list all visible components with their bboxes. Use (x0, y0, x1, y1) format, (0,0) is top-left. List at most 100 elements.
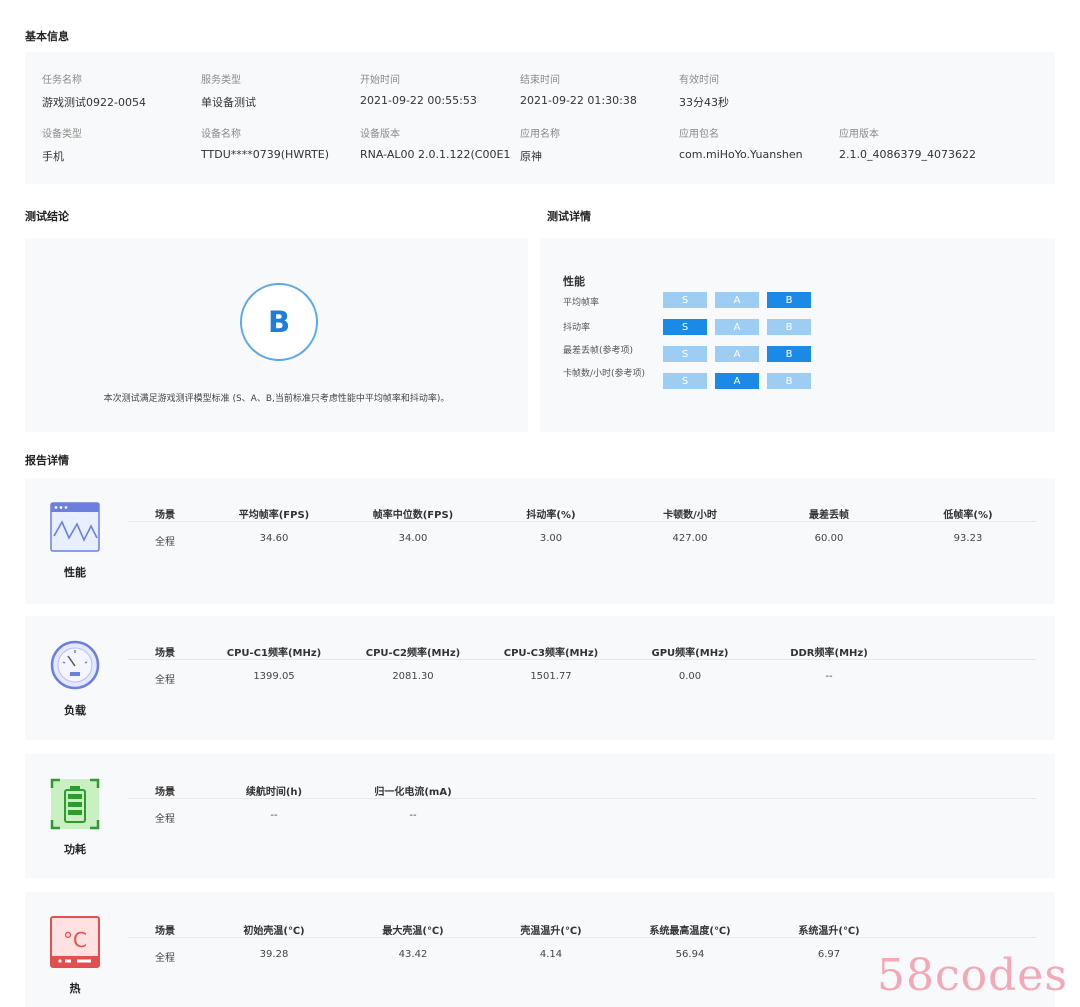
service-type-label: 服务类型 (201, 75, 241, 86)
details-panel (540, 238, 1055, 432)
load-header-divider (128, 659, 1036, 660)
load-col-scene: 场景 (155, 648, 175, 659)
power-col-battery-life: 续航时间(h) (245, 787, 303, 798)
performance-header-divider (128, 521, 1036, 522)
power-cell-battery-life: -- (270, 810, 278, 821)
perf-col-median-fps: 帧率中位数(FPS) (372, 510, 454, 521)
thermal-col-shell-rise: 壳温温升(℃) (520, 926, 582, 937)
metric-label-stutter: 卡帧数/小时(参考项) (563, 369, 646, 379)
thermal-label: 热 (69, 982, 81, 995)
conclusion-note: 本次测试满足游戏测评模型标准 (S、A、B,当前标准只考虑性能中平均帧率和抖动率… (103, 394, 450, 404)
thermal-col-sys-rise: 系统温升(℃) (798, 926, 860, 937)
end-time-label: 结束时间 (520, 75, 560, 86)
thermal-col-max-shell: 最大壳温(℃) (382, 926, 444, 937)
performance-chart-icon (50, 502, 100, 556)
perf-cell-jitter: 3.00 (539, 533, 563, 544)
grade-stutter-b: B (767, 373, 811, 389)
start-time-value: 2021-09-22 00:55:53 (360, 94, 477, 107)
grade-avg-fps-a: A (715, 292, 759, 308)
thermal-col-initial-shell: 初始壳温(℃) (243, 926, 305, 937)
start-time-label: 开始时间 (360, 75, 400, 86)
grade-jitter-b: B (767, 319, 811, 335)
load-cell-ddr: -- (825, 671, 833, 682)
perf-cell-avg-fps: 34.60 (259, 533, 289, 544)
load-col-cpu-c3: CPU-C3频率(MHz) (503, 648, 599, 659)
watermark: 58codes (877, 950, 1068, 1001)
end-time-value: 2021-09-22 01:30:38 (520, 94, 637, 107)
grade-jitter-s: S (663, 319, 707, 335)
thermal-col-sys-max: 系统最高温度(℃) (649, 926, 731, 937)
thermal-cell-sys-max: 56.94 (675, 949, 705, 960)
app-version-value: 2.1.0_4086379_4073622 (839, 148, 976, 161)
perf-col-worst-drop: 最差丢帧 (809, 510, 849, 521)
grade-avg-fps-s: S (663, 292, 707, 308)
power-label: 功耗 (64, 843, 86, 856)
performance-heading: 性能 (563, 275, 585, 288)
load-col-cpu-c2: CPU-C2频率(MHz) (365, 648, 461, 659)
grade-worst-drop-b: B (767, 346, 811, 362)
device-name-label: 设备名称 (201, 129, 241, 140)
conclusion-title: 测试结论 (25, 210, 69, 223)
load-col-cpu-c1: CPU-C1频率(MHz) (226, 648, 322, 659)
power-cell-current: -- (409, 810, 417, 821)
grade-worst-drop-a: A (715, 346, 759, 362)
app-name-value: 原神 (520, 150, 542, 163)
load-cell-cpu-c1: 1399.05 (253, 671, 295, 682)
perf-cell-scene: 全程 (155, 537, 175, 548)
perf-cell-median-fps: 34.00 (398, 533, 428, 544)
load-col-gpu: GPU频率(MHz) (651, 648, 729, 659)
perf-cell-low-fps: 93.23 (953, 533, 983, 544)
perf-col-scene: 场景 (155, 510, 175, 521)
valid-time-value: 33分43秒 (679, 96, 729, 109)
thermal-cell-sys-rise: 6.97 (817, 949, 841, 960)
basic-info-title: 基本信息 (25, 30, 69, 43)
grade-jitter-a: A (715, 319, 759, 335)
thermal-cell-scene: 全程 (155, 953, 175, 964)
performance-label: 性能 (64, 566, 86, 579)
perf-col-stutter: 卡顿数/小时 (663, 510, 717, 521)
thermal-icon-text: °C (63, 928, 87, 952)
thermal-cell-initial-shell: 39.28 (259, 949, 289, 960)
power-cell-scene: 全程 (155, 814, 175, 825)
app-package-value: com.miHoYo.Yuanshen (679, 148, 803, 161)
app-name-label: 应用名称 (520, 129, 560, 140)
report-title: 报告详情 (25, 454, 69, 467)
service-type-value: 单设备测试 (201, 96, 256, 109)
thermal-cell-max-shell: 43.42 (398, 949, 428, 960)
device-version-value: RNA-AL00 2.0.1.122(C00E1 (360, 148, 511, 161)
gauge-icon (50, 640, 100, 694)
power-col-scene: 场景 (155, 787, 175, 798)
device-type-label: 设备类型 (42, 129, 82, 140)
app-package-label: 应用包名 (679, 129, 719, 140)
perf-cell-worst-drop: 60.00 (814, 533, 844, 544)
app-version-label: 应用版本 (839, 129, 879, 140)
load-cell-cpu-c3: 1501.77 (530, 671, 572, 682)
thermal-cell-shell-rise: 4.14 (539, 949, 563, 960)
metric-label-worst-drop: 最差丢帧(参考项) (563, 346, 634, 356)
device-version-label: 设备版本 (360, 129, 400, 140)
perf-col-jitter: 抖动率(%) (526, 510, 576, 521)
load-col-ddr: DDR频率(MHz) (790, 648, 868, 659)
valid-time-label: 有效时间 (679, 75, 719, 86)
grade-avg-fps-b: B (767, 292, 811, 308)
perf-cell-stutter: 427.00 (672, 533, 708, 544)
device-name-value: TTDU****0739(HWRTE) (201, 148, 330, 161)
overall-grade-badge: B (240, 283, 318, 361)
power-report-panel (25, 754, 1055, 878)
device-type-value: 手机 (42, 150, 64, 163)
load-cell-gpu: 0.00 (678, 671, 702, 682)
task-name-label: 任务名称 (42, 75, 82, 86)
load-label: 负载 (64, 704, 86, 717)
task-name-value: 游戏测试0922-0054 (42, 96, 146, 109)
perf-col-low-fps: 低帧率(%) (943, 510, 993, 521)
thermal-col-scene: 场景 (155, 926, 175, 937)
details-title: 测试详情 (547, 210, 591, 223)
thermometer-icon: °C (50, 916, 100, 972)
power-col-current: 归一化电流(mA) (374, 787, 452, 798)
metric-label-jitter: 抖动率 (563, 323, 591, 333)
grade-stutter-a: A (715, 373, 759, 389)
thermal-header-divider (128, 937, 1036, 938)
load-cell-scene: 全程 (155, 675, 175, 686)
load-cell-cpu-c2: 2081.30 (392, 671, 434, 682)
battery-icon (50, 778, 100, 834)
